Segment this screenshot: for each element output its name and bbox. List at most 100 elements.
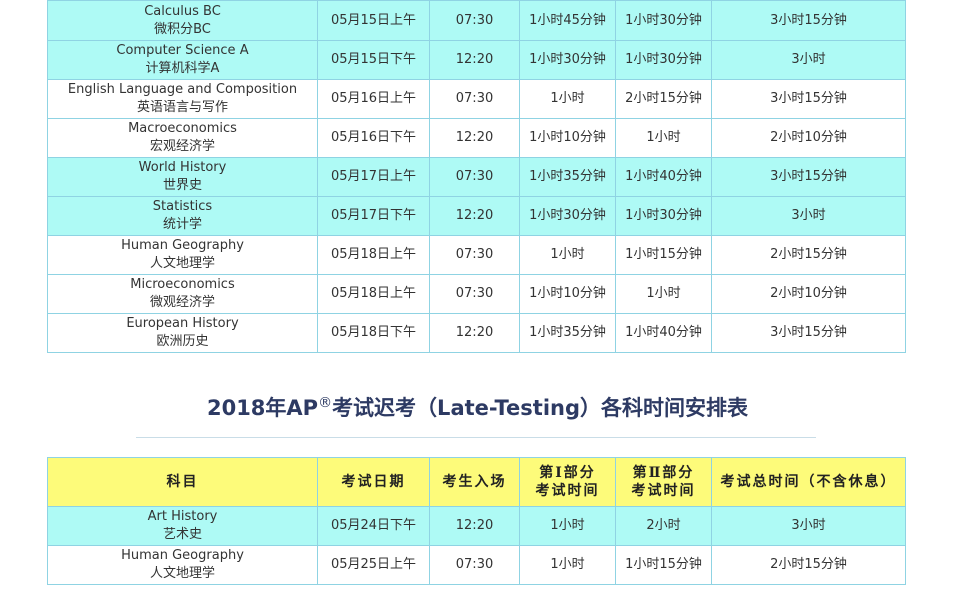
subject-chinese: 英语语言与写作	[136, 100, 228, 115]
subject-cell: Art History 艺术史	[47, 506, 318, 546]
subject-chinese: 计算机科学A	[145, 61, 220, 76]
subject-cell: Computer Science A 计算机科学A	[47, 40, 318, 80]
total-duration-cell: 3小时	[711, 506, 906, 546]
schedule-table: Calculus BC 微积分BC 05月15日上午 07:30 1小时45分钟 1小时3…	[47, 0, 906, 353]
subject-english: Statistics	[152, 199, 213, 214]
subject-cell: European History 欧洲历史	[47, 313, 318, 353]
subject-english: European History	[126, 316, 239, 331]
subject-chinese: 欧洲历史	[156, 334, 209, 349]
subject-chinese: 宏观经济学	[149, 139, 215, 154]
table-row: European History 欧洲历史 05月18日下午 12:20 1小时35分钟…	[47, 313, 906, 353]
header-entry: 考生入场	[429, 457, 520, 507]
total-duration-cell: 3小时	[711, 40, 906, 80]
part1-duration-cell: 1小时10分钟	[519, 118, 616, 158]
total-duration-cell: 3小时15分钟	[711, 0, 906, 41]
entry-time-cell: 07:30	[429, 274, 520, 314]
header-part1-line2: 考试时间	[535, 483, 600, 499]
part1-duration-cell: 1小时35分钟	[519, 313, 616, 353]
registered-mark: ®	[318, 395, 333, 411]
title-divider	[136, 437, 816, 438]
subject-cell: English Language and Composition 英语语言与写作	[47, 79, 318, 119]
part2-duration-cell: 2小时	[615, 506, 712, 546]
exam-date-cell: 05月16日上午	[317, 79, 430, 119]
table-row: Computer Science A 计算机科学A 05月15日下午 12:20 1小时…	[47, 40, 906, 80]
part2-duration-cell: 1小时	[615, 118, 712, 158]
header-total: 考试总时间（不含休息）	[711, 457, 906, 507]
subject-english: Microeconomics	[130, 277, 235, 292]
part2-duration-cell: 1小时40分钟	[615, 157, 712, 197]
table-row: Art History 艺术史 05月24日下午 12:20 1小时 2小时 3小时	[47, 506, 906, 546]
table-row: Statistics 统计学 05月17日下午 12:20 1小时30分钟 1小时30分钟…	[47, 196, 906, 236]
part1-duration-cell: 1小时	[519, 545, 616, 585]
late-testing-table: 科目 考试日期 考生入场 第Ⅰ部分 考试时间 第Ⅱ部分 考试时间 考试总时间（不含休…	[47, 457, 906, 585]
late-testing-title: 2018年AP®考试迟考（Late-Testing）各科时间安排表	[206, 395, 749, 420]
part1-duration-cell: 1小时10分钟	[519, 274, 616, 314]
subject-chinese: 世界史	[162, 178, 202, 193]
total-duration-cell: 3小时15分钟	[711, 157, 906, 197]
exam-date-cell: 05月16日下午	[317, 118, 430, 158]
header-part1: 第Ⅰ部分 考试时间	[519, 457, 616, 507]
total-duration-cell: 2小时10分钟	[711, 274, 906, 314]
entry-time-cell: 12:20	[429, 118, 520, 158]
part1-duration-cell: 1小时	[519, 235, 616, 275]
subject-cell: Calculus BC 微积分BC	[47, 0, 318, 41]
subject-cell: Human Geography 人文地理学	[47, 545, 318, 585]
exam-date-cell: 05月17日上午	[317, 157, 430, 197]
subject-english: Art History	[147, 509, 218, 524]
entry-time-cell: 07:30	[429, 79, 520, 119]
exam-date-cell: 05月15日下午	[317, 40, 430, 80]
table-row: English Language and Composition 英语语言与写作 0…	[47, 79, 906, 119]
entry-time-cell: 12:20	[429, 196, 520, 236]
exam-date-cell: 05月15日上午	[317, 0, 430, 41]
subject-chinese: 艺术史	[162, 527, 202, 542]
table-header-row: 科目 考试日期 考生入场 第Ⅰ部分 考试时间 第Ⅱ部分 考试时间 考试总时间（不含休…	[47, 457, 906, 507]
part1-duration-cell: 1小时	[519, 506, 616, 546]
total-duration-cell: 3小时	[711, 196, 906, 236]
subject-english: Macroeconomics	[128, 121, 237, 136]
table-row: Human Geography 人文地理学 05月25日上午 07:30 1小时 1小时1…	[47, 545, 906, 585]
part1-duration-cell: 1小时30分钟	[519, 196, 616, 236]
entry-time-cell: 07:30	[429, 157, 520, 197]
exam-date-cell: 05月17日下午	[317, 196, 430, 236]
subject-english: Human Geography	[121, 238, 244, 253]
subject-chinese: 统计学	[162, 217, 202, 232]
exam-date-cell: 05月18日上午	[317, 235, 430, 275]
subject-english: Calculus BC	[144, 3, 221, 19]
entry-time-cell: 07:30	[429, 545, 520, 585]
table-row: Macroeconomics 宏观经济学 05月16日下午 12:20 1小时10分钟 1…	[47, 118, 906, 158]
total-duration-cell: 2小时15分钟	[711, 545, 906, 585]
entry-time-cell: 12:20	[429, 506, 520, 546]
exam-date-cell: 05月18日下午	[317, 313, 430, 353]
subject-cell: World History 世界史	[47, 157, 318, 197]
part1-duration-cell: 1小时45分钟	[519, 0, 616, 41]
exam-date-cell: 05月18日上午	[317, 274, 430, 314]
table-row: Calculus BC 微积分BC 05月15日上午 07:30 1小时45分钟 1小时3…	[47, 0, 906, 41]
subject-cell: Microeconomics 微观经济学	[47, 274, 318, 314]
part1-duration-cell: 1小时30分钟	[519, 40, 616, 80]
subject-chinese: 人文地理学	[149, 256, 215, 271]
subject-chinese: 微观经济学	[149, 295, 215, 310]
subject-cell: Statistics 统计学	[47, 196, 318, 236]
table-row: Microeconomics 微观经济学 05月18日上午 07:30 1小时10分钟 1…	[47, 274, 906, 314]
header-date: 考试日期	[317, 457, 430, 507]
subject-cell: Macroeconomics 宏观经济学	[47, 118, 318, 158]
part2-duration-cell: 1小时30分钟	[615, 40, 712, 80]
entry-time-cell: 07:30	[429, 235, 520, 275]
part2-duration-cell: 1小时40分钟	[615, 313, 712, 353]
exam-date-cell: 05月25日上午	[317, 545, 430, 585]
part1-duration-cell: 1小时	[519, 79, 616, 119]
subject-chinese: 微积分BC	[154, 21, 211, 37]
table-row: World History 世界史 05月17日上午 07:30 1小时35分钟 1小时4…	[47, 157, 906, 197]
subject-english: Human Geography	[121, 548, 244, 563]
entry-time-cell: 12:20	[429, 40, 520, 80]
total-duration-cell: 3小时15分钟	[711, 79, 906, 119]
part2-duration-cell: 1小时30分钟	[615, 0, 712, 41]
part2-duration-cell: 1小时15分钟	[615, 545, 712, 585]
part2-duration-cell: 2小时15分钟	[615, 79, 712, 119]
entry-time-cell: 12:20	[429, 313, 520, 353]
subject-chinese: 人文地理学	[149, 566, 215, 581]
table-row: Human Geography 人文地理学 05月18日上午 07:30 1小时 1小时1…	[47, 235, 906, 275]
subject-cell: Human Geography 人文地理学	[47, 235, 318, 275]
header-subject: 科目	[47, 457, 318, 507]
part2-duration-cell: 1小时15分钟	[615, 235, 712, 275]
